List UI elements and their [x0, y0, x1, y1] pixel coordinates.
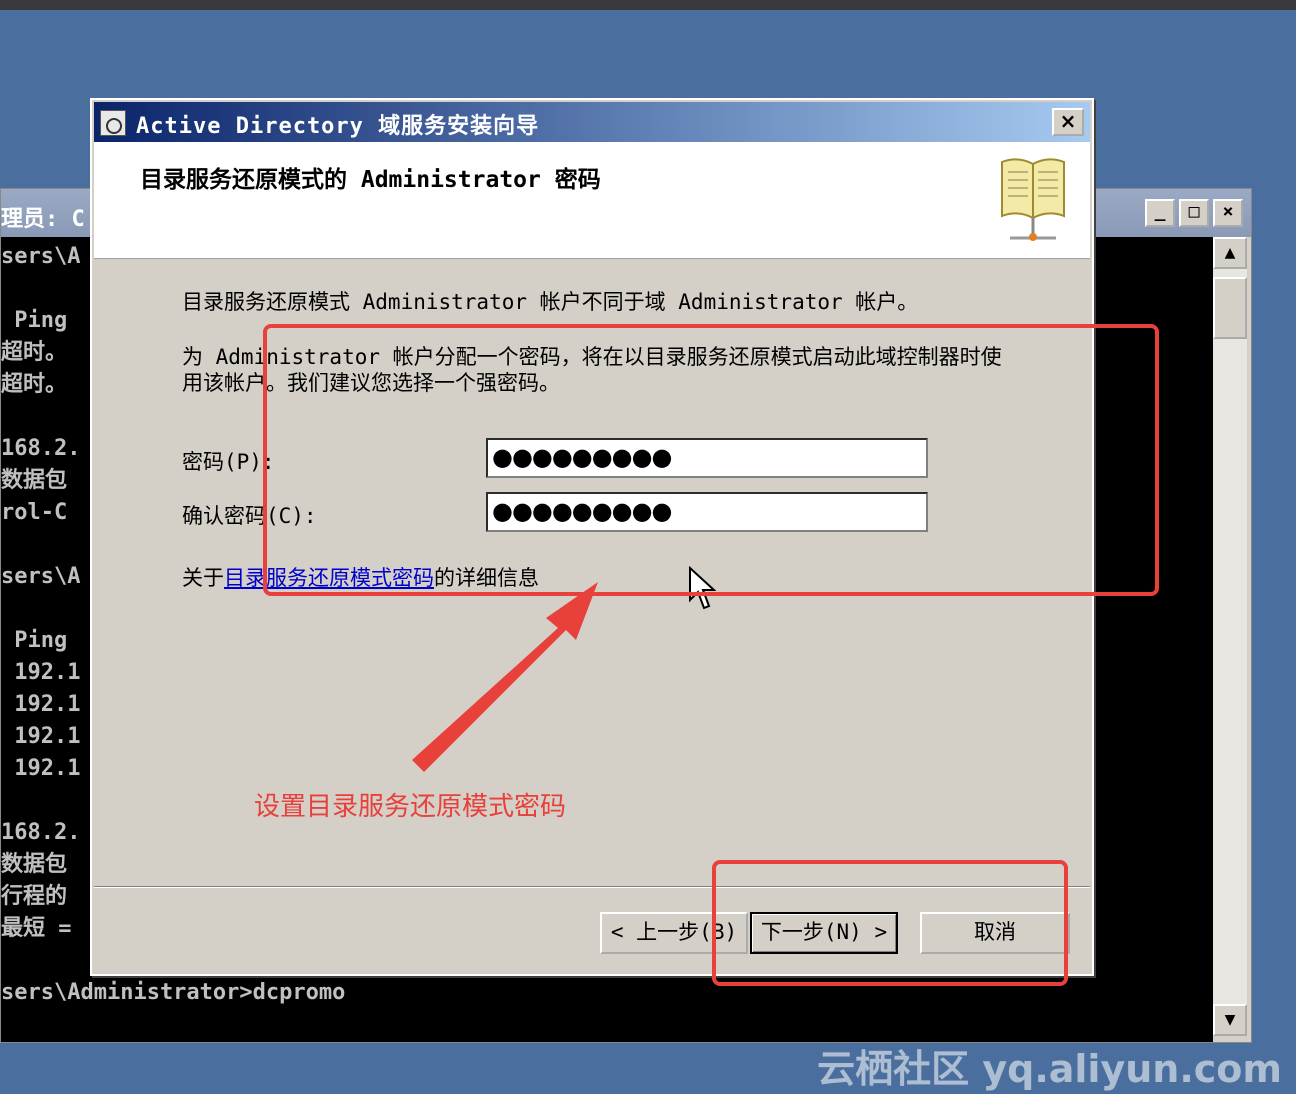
console-line: 192.1 — [1, 692, 81, 717]
dialog-close-button[interactable]: × — [1052, 108, 1084, 136]
intro-text: 目录服务还原模式 Administrator 帐户不同于域 Administra… — [182, 290, 919, 314]
wizard-app-icon — [100, 110, 126, 136]
password-label: 密码(P): — [182, 450, 275, 474]
console-line: sers\A — [1, 564, 81, 589]
watermark: 云栖社区 yq.aliyun.com — [817, 1047, 1282, 1091]
console-line: 168.2. — [1, 820, 81, 845]
top-bar — [0, 0, 1296, 10]
annotation-box-password — [263, 324, 1159, 596]
scroll-thumb[interactable] — [1213, 277, 1247, 339]
console-close-button[interactable]: × — [1213, 199, 1243, 227]
maximize-button[interactable]: □ — [1179, 199, 1209, 227]
console-line: Ping — [1, 628, 68, 653]
page-title: 目录服务还原模式的 Administrator 密码 — [140, 167, 601, 193]
more-info-prefix: 关于 — [182, 566, 224, 590]
console-line: 192.1 — [1, 724, 81, 749]
console-title: 理员: C — [1, 207, 85, 232]
console-line: 168.2. — [1, 436, 81, 461]
console-line: 行程的 — [1, 884, 68, 909]
console-line: 数据包 — [1, 468, 68, 493]
minimize-button[interactable]: _ — [1145, 199, 1175, 227]
console-line: 192.1 — [1, 660, 81, 685]
scroll-up-button[interactable]: ▲ — [1213, 237, 1247, 269]
dialog-title: Active Directory 域服务安装向导 — [136, 114, 540, 139]
console-line: 数据包 — [1, 852, 68, 877]
console-line: Ping — [1, 308, 68, 333]
console-window-controls: _ □ × — [1145, 199, 1243, 227]
console-line: rol-C — [1, 500, 68, 525]
console-line: 最短 = — [1, 916, 72, 941]
annotation-label: 设置目录服务还原模式密码 — [254, 792, 567, 822]
dialog-titlebar: Active Directory 域服务安装向导 × — [94, 102, 1090, 142]
annotation-box-next — [712, 860, 1068, 986]
book-icon — [1001, 158, 1065, 241]
console-line: 192.1 — [1, 756, 81, 781]
console-line: sers\A — [1, 244, 81, 269]
console-line: 超时。 — [1, 372, 68, 397]
scroll-down-button[interactable]: ▼ — [1213, 1004, 1247, 1036]
wizard-header: 目录服务还原模式的 Administrator 密码 — [94, 142, 1090, 259]
console-line: 超时。 — [1, 340, 68, 365]
console-scrollbar[interactable]: ▲ ▼ — [1213, 237, 1247, 1036]
console-line: sers\Administrator>dcpromo — [1, 980, 346, 1005]
